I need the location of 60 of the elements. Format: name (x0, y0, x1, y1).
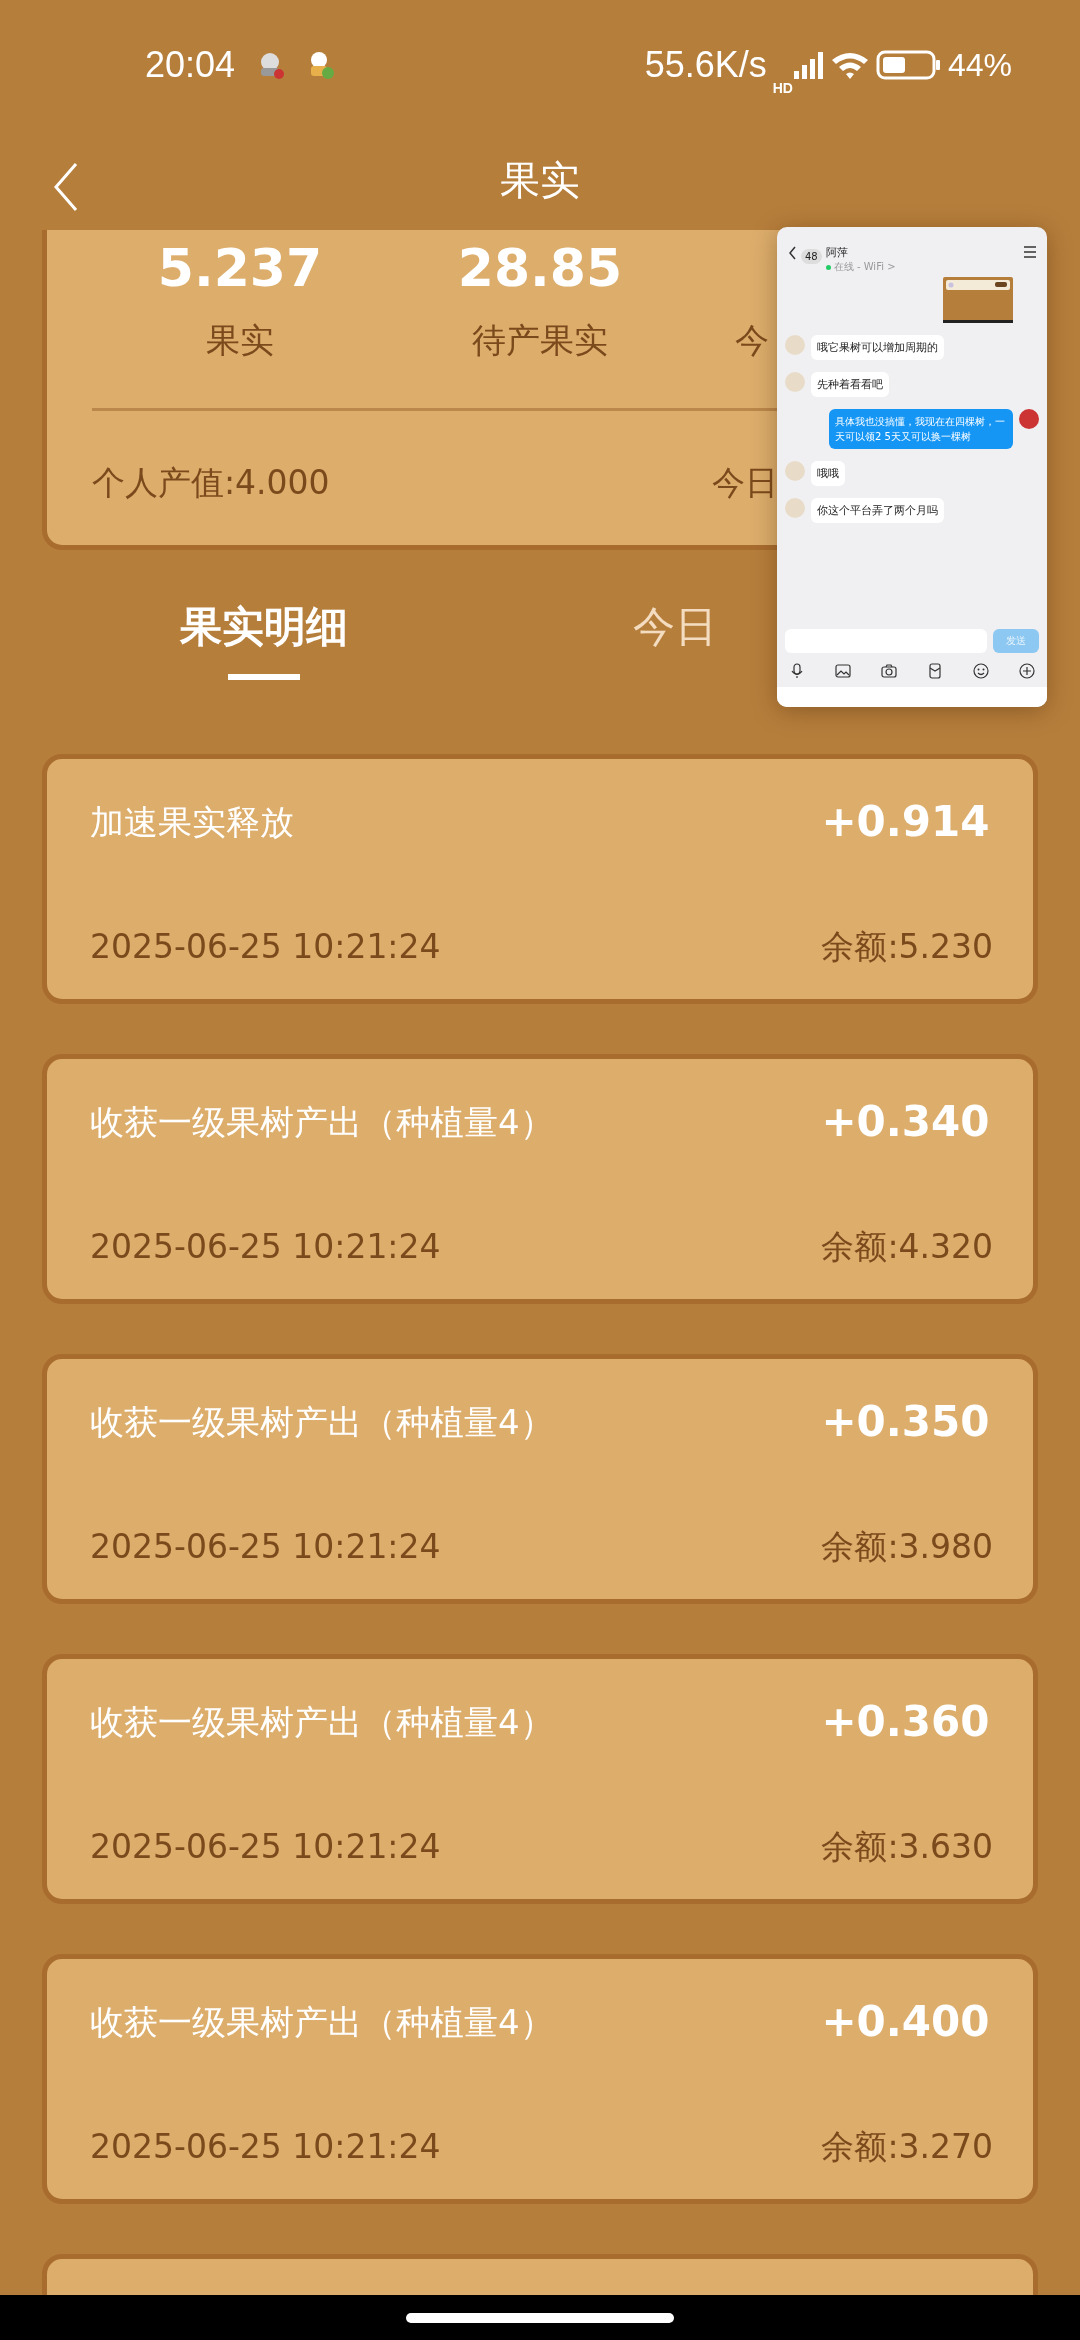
avatar-icon (785, 372, 805, 392)
record-amount: +0.400 (821, 1999, 991, 2048)
record-title: 加速果实释放 (90, 801, 295, 844)
avatar-icon (785, 461, 805, 481)
record-balance: 余额:3.630 (821, 1826, 993, 1868)
tab[interactable]: 今日 (633, 602, 717, 754)
message-bubble: 哦哦 (811, 461, 845, 486)
battery-icon (875, 50, 942, 80)
stat-label: 果实 (206, 319, 274, 362)
record-title: 收获一级果树产出（种植量4） (90, 1101, 555, 1144)
battery-percent: 44% (947, 46, 1012, 84)
menu-icon[interactable] (1023, 245, 1037, 259)
hd-label: HD (772, 80, 793, 96)
back-icon[interactable] (787, 245, 797, 261)
status-dot-icon (825, 264, 831, 270)
record-title: 收获一级果树产出（种植量4） (90, 1701, 555, 1744)
page-title: 果实 (500, 155, 580, 205)
personal-output-text: 个人产值:4.000 (92, 462, 331, 504)
network-speed: 55.6K/s (644, 44, 767, 86)
record-time: 2025-06-25 10:21:24 (90, 1826, 442, 1868)
stat-value: 5.237 (157, 238, 323, 298)
today-label: 今日 (712, 462, 778, 504)
record-amount: +0.360 (821, 1699, 991, 1748)
message-bubble: 具体我也没搞懂，我现在在四棵树，一天可以领2 5天又可以换一棵树 (829, 409, 1013, 449)
plus-icon[interactable] (1019, 663, 1035, 679)
record-amount: +0.914 (821, 799, 991, 848)
record-title: 收获一级果树产出（种植量4） (90, 2001, 555, 2044)
avatar-icon (1019, 409, 1039, 429)
record-balance: 余额:4.320 (821, 1226, 993, 1268)
tab[interactable]: 果实明细 (180, 602, 348, 754)
record-title: 收获一级果树产出（种植量4） (90, 1401, 555, 1444)
stat-label: 待产果实 (472, 319, 608, 362)
avatar-icon (785, 335, 805, 355)
presence-text: 在线 - WiFi > (833, 260, 896, 274)
record-amount: +0.350 (821, 1399, 991, 1448)
record-balance: 余额:5.230 (821, 926, 993, 968)
record-time: 2025-06-25 10:21:24 (90, 2126, 442, 2168)
message-bubble: 先种着看看吧 (811, 372, 889, 397)
clock-time: 20:04 (145, 44, 236, 86)
image-icon[interactable] (835, 663, 851, 679)
stat-value: 28.85 (457, 238, 623, 298)
record-balance: 余额:3.980 (821, 1526, 993, 1568)
record-time: 2025-06-25 10:21:24 (90, 926, 442, 968)
camera-icon[interactable] (881, 663, 897, 679)
emoji-icon[interactable] (973, 663, 989, 679)
record-balance: 余额:3.270 (821, 2126, 993, 2168)
contact-name: 阿萍 (825, 245, 849, 260)
microphone-icon[interactable] (789, 663, 805, 679)
record-time: 2025-06-25 10:21:24 (90, 1526, 442, 1568)
unread-badge: 48 (801, 249, 822, 264)
record-time: 2025-06-25 10:21:24 (90, 1226, 442, 1268)
message-bubble: 你这个平台弄了两个月吗 (811, 498, 944, 523)
record-amount: +0.340 (821, 1099, 991, 1148)
avatar-icon (785, 498, 805, 518)
stat-label: 今 (735, 319, 769, 362)
message-bubble: 哦它果树可以增加周期的 (811, 335, 944, 360)
send-button[interactable]: 发送 (993, 629, 1039, 653)
signal-icon (792, 50, 824, 80)
envelope-icon[interactable] (927, 663, 943, 679)
home-indicator[interactable] (406, 2312, 674, 2323)
